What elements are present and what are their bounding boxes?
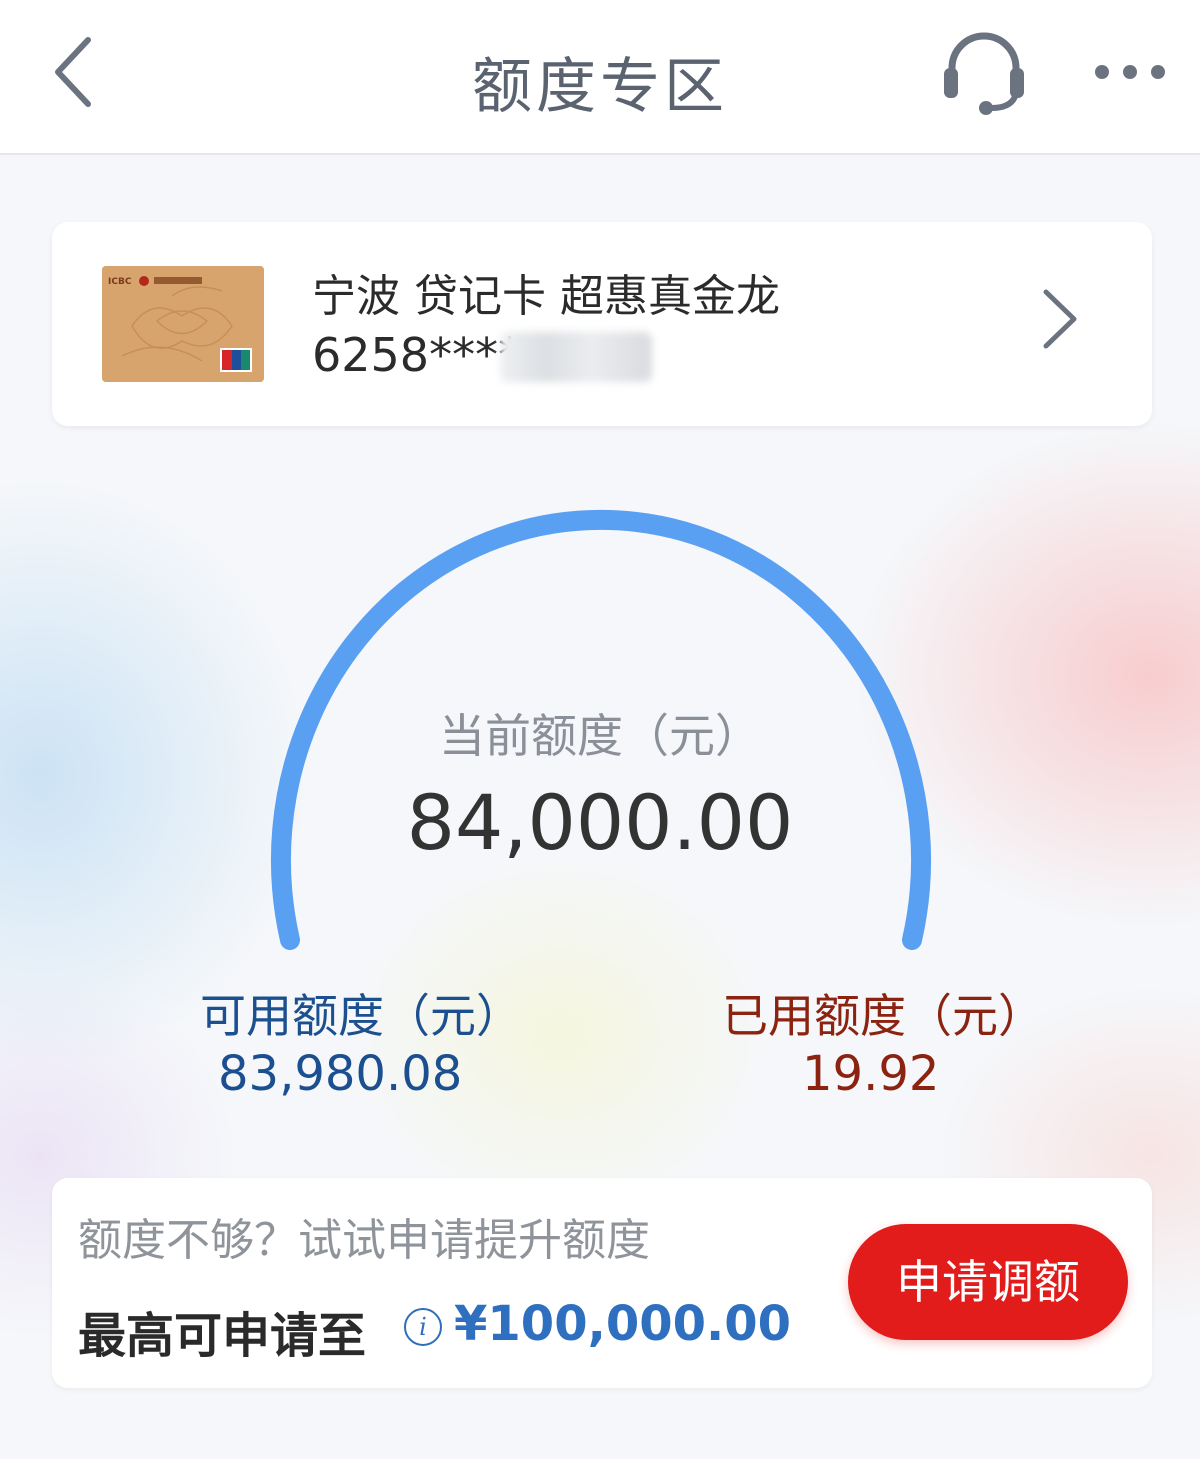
card-selector[interactable]: ICBC 宁波 贷记卡 超惠真金龙 6258**** bbox=[52, 222, 1152, 426]
credit-card-image: ICBC bbox=[102, 266, 264, 382]
available-limit-value: 83,980.08 bbox=[218, 1046, 463, 1102]
current-limit-label: 当前额度（元） bbox=[439, 709, 761, 763]
headset-icon[interactable] bbox=[938, 28, 1030, 116]
info-icon[interactable]: i bbox=[404, 1308, 442, 1346]
top-bar: 额度专区 bbox=[0, 0, 1200, 155]
current-limit-value: 84,000.00 bbox=[406, 778, 794, 867]
svg-text:ICBC: ICBC bbox=[108, 277, 132, 287]
max-apply-amount: ¥100,000.00 bbox=[454, 1296, 792, 1352]
card-number: 6258**** bbox=[312, 328, 522, 382]
raise-limit-hint: 额度不够？试试申请提升额度 bbox=[78, 1215, 650, 1266]
chevron-right-icon[interactable] bbox=[1040, 288, 1080, 350]
max-apply-label: 最高可申请至 bbox=[78, 1308, 367, 1364]
more-dots-icon[interactable] bbox=[1092, 60, 1168, 84]
redacted-digits bbox=[500, 332, 652, 382]
used-limit-value: 19.92 bbox=[802, 1046, 940, 1102]
apply-adjust-limit-button[interactable]: 申请调额 bbox=[848, 1224, 1128, 1340]
used-limit-label: 已用额度（元） bbox=[722, 989, 1044, 1043]
raise-limit-panel: 额度不够？试试申请提升额度 最高可申请至 i ¥100,000.00 申请调额 bbox=[52, 1178, 1152, 1388]
available-limit-label: 可用额度（元） bbox=[200, 989, 522, 1043]
card-name: 宁波 贷记卡 超惠真金龙 bbox=[312, 271, 780, 322]
